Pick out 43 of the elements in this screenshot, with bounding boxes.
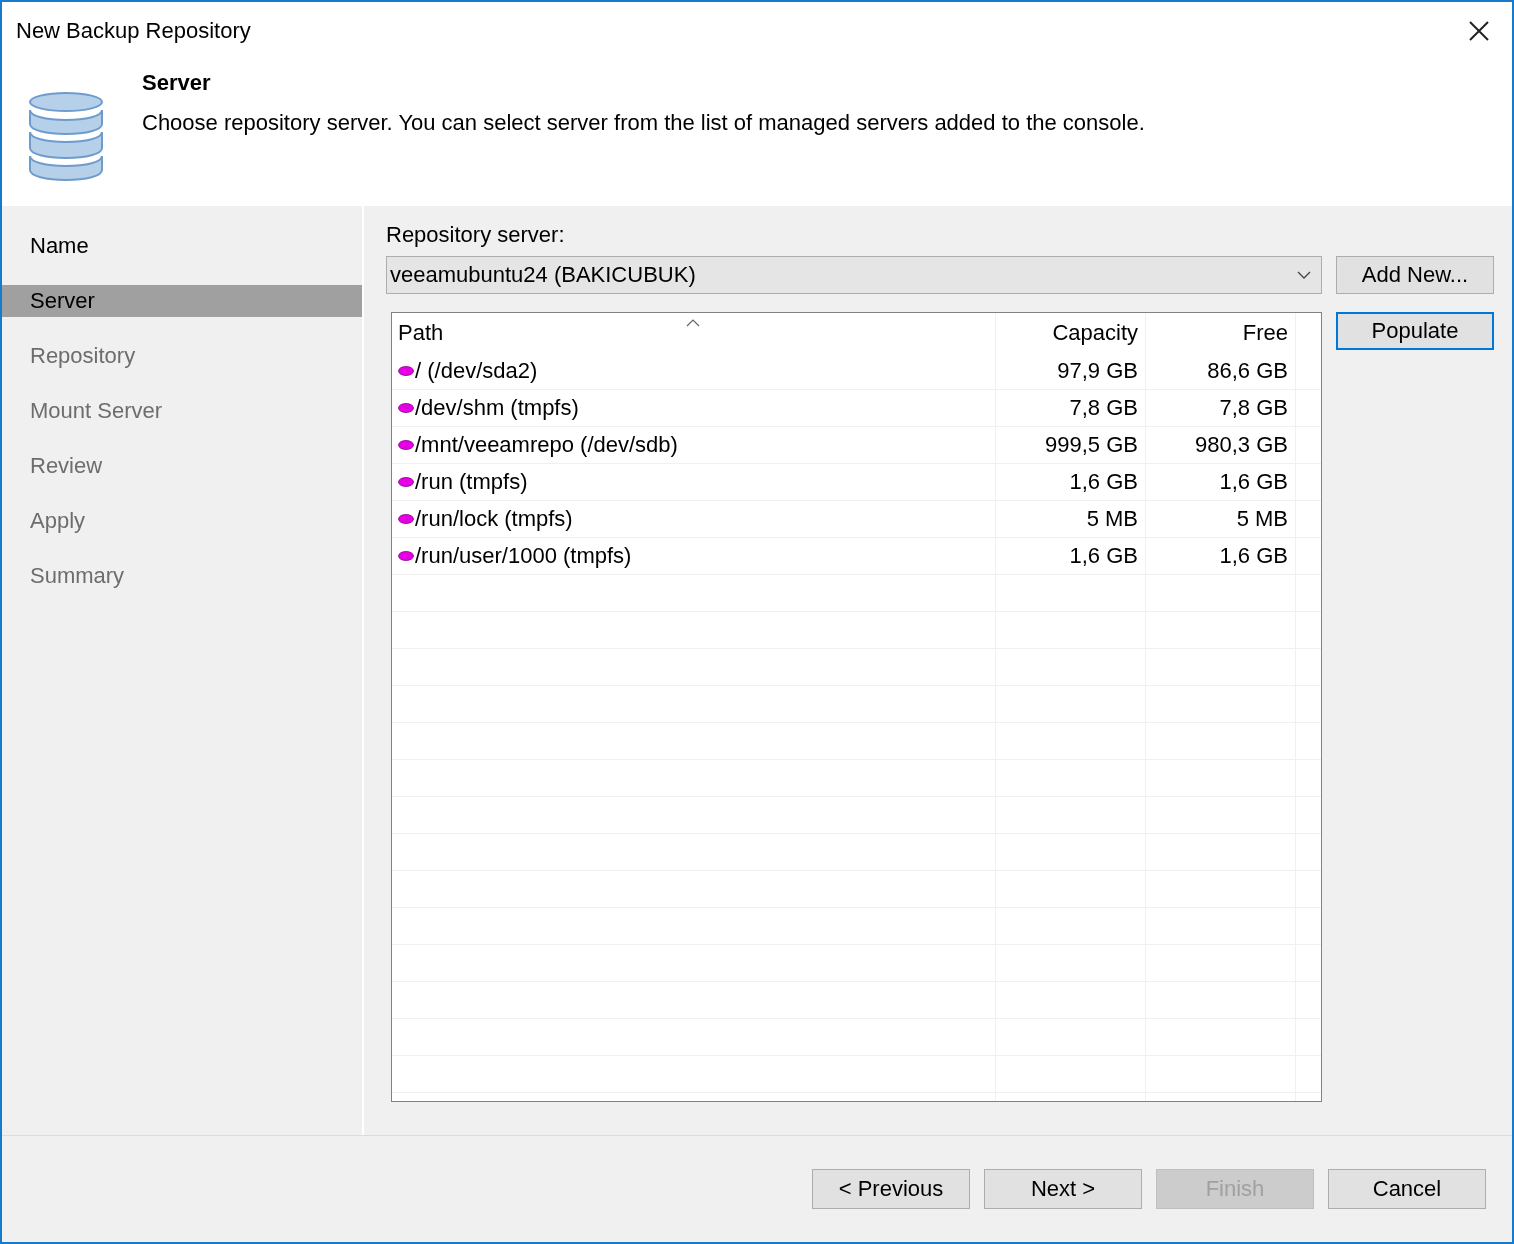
column-header[interactable]: Path: [392, 313, 996, 353]
column-header[interactable]: Free: [1146, 313, 1296, 353]
table-cell: 5 MB: [1236, 506, 1288, 532]
disk-icon: [398, 440, 414, 450]
wizard-button[interactable]: < Previous: [812, 1169, 970, 1209]
sort-ascending-icon: [686, 319, 700, 327]
populate-button[interactable]: Populate: [1336, 312, 1494, 350]
page-description: Choose repository server. You can select server from the list of managed servers added to the console.: [142, 110, 1145, 136]
table-cell: /dev/shm (tmpfs): [415, 395, 579, 421]
wizard-button[interactable]: Cancel: [1328, 1169, 1486, 1209]
table-cell: /run/user/1000 (tmpfs): [415, 543, 632, 569]
disk-icon: [398, 366, 414, 376]
page-heading: Server: [142, 70, 212, 96]
table-cell: 7,8 GB: [1219, 395, 1288, 421]
database-icon: [28, 90, 104, 182]
table-cell: / (/dev/sda2): [415, 358, 538, 384]
disk-icon: [398, 551, 414, 561]
disk-icon: [398, 514, 414, 524]
wizard-step[interactable]: Name: [2, 230, 362, 262]
table-cell: 86,6 GB: [1207, 358, 1288, 384]
window-title: New Backup Repository: [16, 18, 251, 44]
disk-icon: [398, 403, 414, 413]
close-icon[interactable]: [1468, 20, 1490, 42]
table-cell: 1,6 GB: [1219, 543, 1288, 569]
table-cell: 97,9 GB: [1057, 358, 1138, 384]
table-cell: /mnt/veeamrepo (/dev/sdb): [415, 432, 678, 458]
table-cell: 7,8 GB: [1069, 395, 1138, 421]
field-label: Repository server:: [386, 222, 566, 249]
table-cell: 1,6 GB: [1219, 469, 1288, 495]
table-cell: 1,6 GB: [1069, 543, 1138, 569]
server-dropdown[interactable]: veeamubuntu24 (BAKICUBUK): [386, 256, 1322, 294]
add-new-button[interactable]: Add New...: [1336, 256, 1494, 294]
wizard-button[interactable]: Next >: [984, 1169, 1142, 1209]
table-cell: 980,3 GB: [1195, 432, 1288, 458]
table-cell: /run (tmpfs): [415, 469, 528, 495]
disk-icon: [398, 477, 414, 487]
wizard-step[interactable]: Server: [2, 285, 362, 317]
table-cell: 5 MB: [1086, 506, 1138, 532]
chevron-down-icon: [1297, 271, 1311, 279]
table-cell: /run/lock (tmpfs): [415, 506, 573, 532]
column-header[interactable]: Capacity: [996, 313, 1146, 353]
table-cell: 1,6 GB: [1069, 469, 1138, 495]
table-cell: 999,5 GB: [1045, 432, 1138, 458]
